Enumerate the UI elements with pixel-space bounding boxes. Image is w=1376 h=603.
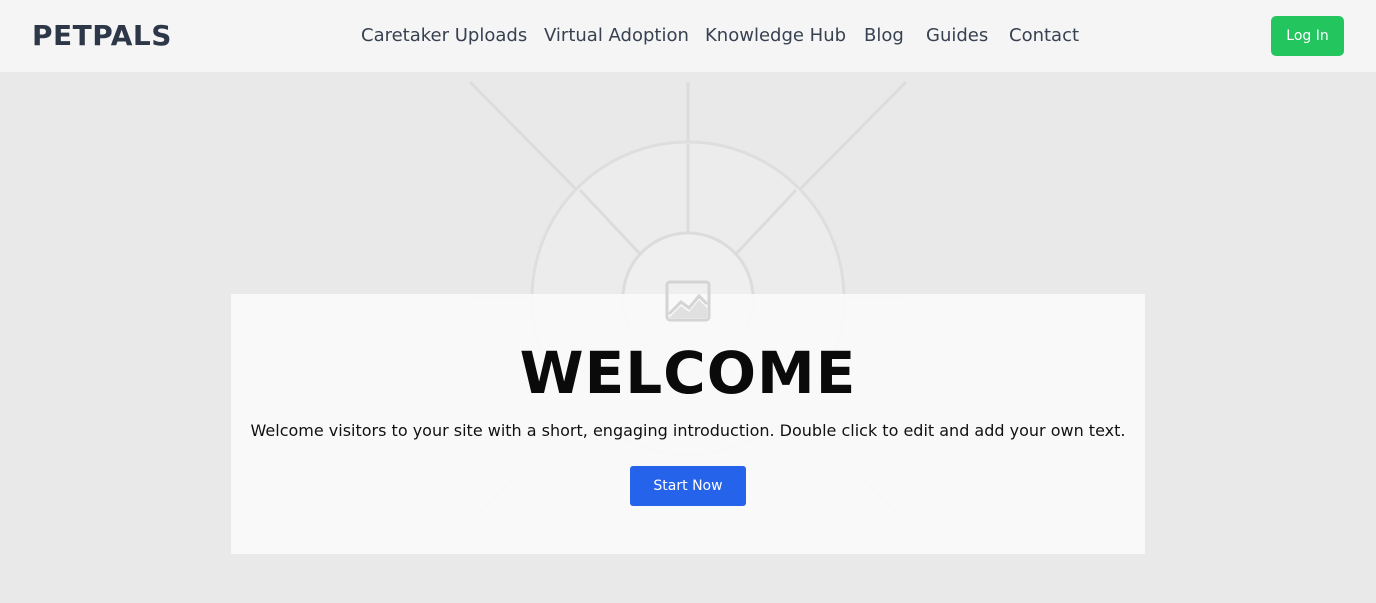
- image-placeholder-icon: [665, 280, 711, 322]
- nav-item-knowledge-hub[interactable]: Knowledge Hub: [705, 24, 846, 48]
- site-header: PETPALS Caretaker Uploads Virtual Adopti…: [0, 0, 1376, 72]
- nav-item-contact[interactable]: Contact: [1009, 24, 1079, 48]
- nav-item-caretaker-uploads[interactable]: Caretaker Uploads: [361, 24, 527, 48]
- nav-item-blog[interactable]: Blog: [864, 24, 904, 48]
- login-button[interactable]: Log In: [1271, 16, 1344, 56]
- site-logo[interactable]: PETPALS: [32, 18, 172, 54]
- welcome-text: Welcome visitors to your site with a sho…: [250, 421, 1126, 440]
- nav-item-virtual-adoption[interactable]: Virtual Adoption: [544, 24, 689, 48]
- start-now-button[interactable]: Start Now: [630, 466, 746, 506]
- welcome-title: WELCOME: [519, 339, 857, 407]
- nav-item-guides[interactable]: Guides: [926, 24, 988, 48]
